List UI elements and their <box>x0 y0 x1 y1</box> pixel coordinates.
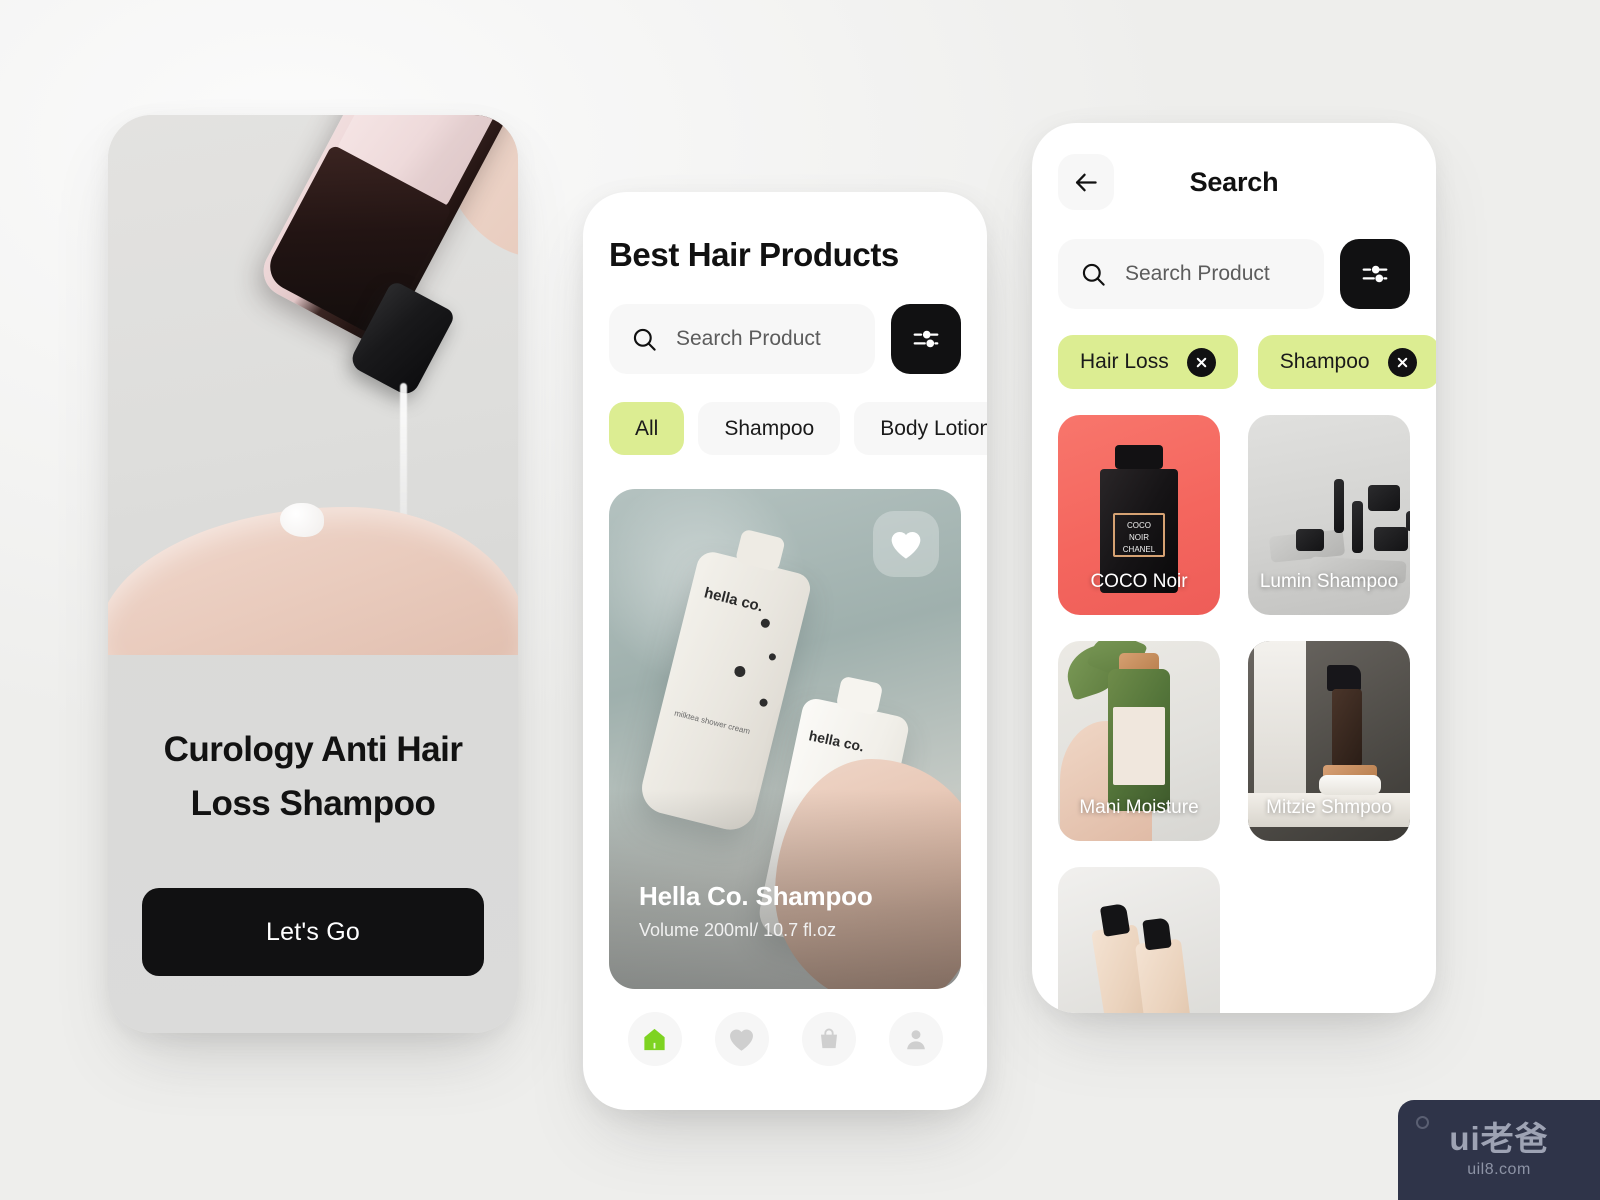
featured-product-volume: Volume 200ml/ 10.7 fl.oz <box>639 920 837 940</box>
pump-head <box>1142 917 1172 951</box>
heart-icon <box>891 531 921 559</box>
tab-favorites[interactable] <box>714 1012 769 1066</box>
result-card-lumin-shampoo[interactable]: Lumin Shampoo <box>1248 415 1410 615</box>
bottle-dot <box>733 664 747 679</box>
search-input[interactable]: Search Product <box>609 304 875 374</box>
bottle-brand-text: hella co. <box>702 584 765 616</box>
page-title: Curology Anti Hair Loss Shampoo <box>163 730 463 823</box>
bottle-label <box>1113 707 1165 785</box>
favorite-button[interactable] <box>873 511 939 577</box>
search-input[interactable]: Search Product <box>1058 239 1324 309</box>
tab-profile[interactable] <box>888 1012 943 1066</box>
hero-image <box>108 115 518 655</box>
results-column-right: Lumin Shampoo Mitzie Shmpoo <box>1248 415 1410 1013</box>
product-drip <box>400 383 407 533</box>
perfume-label: COCO NOIR CHANEL <box>1113 513 1165 557</box>
ring-icon <box>1416 1116 1429 1129</box>
bag-icon <box>820 1028 837 1049</box>
product-tube <box>1352 501 1363 553</box>
tab-cart[interactable] <box>801 1012 856 1066</box>
tab-shampoo[interactable]: Shampoo <box>698 402 841 455</box>
result-label: Mani Moisture <box>1079 797 1199 818</box>
close-icon <box>1397 357 1407 367</box>
tab-home[interactable] <box>627 1012 682 1066</box>
filter-token-label: Hair Loss <box>1080 350 1169 373</box>
featured-product-card[interactable]: hella co. milktea shower cream hella co.… <box>609 489 961 989</box>
search-page-title: Search <box>1189 166 1279 197</box>
remove-token-button[interactable] <box>1186 347 1216 377</box>
filter-token-shampoo[interactable]: Shampoo <box>1257 335 1436 389</box>
result-label: Lumin Shampoo <box>1259 571 1399 592</box>
person-icon <box>906 1030 925 1050</box>
product-jar <box>1296 529 1324 551</box>
search-row: Search Product <box>1058 239 1410 309</box>
watermark: ui老爸 uil8.com <box>1398 1100 1600 1200</box>
spray-bottle <box>1332 689 1363 767</box>
perfume-cap <box>1115 445 1163 469</box>
search-icon <box>1082 263 1105 286</box>
category-tabs: All Shampoo Body Lotion <box>609 402 987 455</box>
home-title: Best Hair Products <box>609 236 899 273</box>
bottle-brand-text: hella co. <box>807 727 866 755</box>
spray-trigger <box>1327 665 1362 691</box>
featured-caption: Hella Co. Shampoo Volume 200ml/ 10.7 fl.… <box>639 881 873 941</box>
watermark-url: uil8.com <box>1467 1160 1531 1178</box>
product-tube <box>1334 479 1344 533</box>
remove-token-button[interactable] <box>1387 347 1417 377</box>
featured-product-name: Hella Co. Shampoo <box>639 881 873 911</box>
pump-bottle <box>1135 938 1196 1013</box>
product-jar <box>1406 511 1410 531</box>
result-card-mani-moisture[interactable]: Mani Moisture <box>1058 641 1220 841</box>
result-label: COCO Noir <box>1090 571 1188 592</box>
search-placeholder: Search Product <box>676 327 821 350</box>
bottom-tab-bar <box>583 1012 987 1066</box>
perfume-brand-line-3: CHANEL <box>1122 545 1156 554</box>
home-content: Best Hair Products Search Product All Sh… <box>583 192 987 989</box>
perfume-brand-line-2: NOIR <box>1129 533 1149 542</box>
filter-token-hair-loss[interactable]: Hair Loss <box>1058 335 1238 389</box>
filter-button[interactable] <box>1340 239 1410 309</box>
product-jar <box>1374 527 1408 551</box>
lets-go-button[interactable]: Let's Go <box>142 888 484 977</box>
result-card-mitzie-shampoo[interactable]: Mitzie Shmpoo <box>1248 641 1410 841</box>
result-label: Mitzie Shmpoo <box>1266 797 1392 818</box>
result-card-coco-noir[interactable]: COCO NOIR CHANEL COCO Noir <box>1058 415 1220 615</box>
onboarding-body: Curology Anti Hair Loss Shampoo Let's Go <box>108 655 518 977</box>
sliders-icon <box>913 330 939 348</box>
search-header: Search <box>1058 153 1410 211</box>
perfume-brand-line-1: COCO <box>1127 521 1151 530</box>
search-content: Search Search Product Hair Loss Shampoo … <box>1032 123 1436 1013</box>
bottle-dot <box>759 617 771 629</box>
pump-head <box>1099 903 1130 937</box>
home-icon <box>644 1028 665 1050</box>
home-screen: Best Hair Products Search Product All Sh… <box>583 192 987 1110</box>
active-filter-tokens: Hair Loss Shampoo <box>1058 335 1436 389</box>
bottle-dot <box>758 697 769 708</box>
search-results-grid: COCO NOIR CHANEL COCO Noir Mani Moisture… <box>1058 415 1410 1013</box>
onboarding-screen: Curology Anti Hair Loss Shampoo Let's Go <box>108 115 518 1033</box>
bottle-dot <box>768 652 777 662</box>
heart-icon <box>730 1028 753 1051</box>
sliders-icon <box>1362 265 1388 283</box>
search-icon <box>633 328 656 351</box>
bottle-sub-text: milktea shower cream <box>673 708 752 737</box>
watermark-logo: ui老爸 <box>1449 1119 1549 1157</box>
window-light <box>1254 641 1306 795</box>
product-blob <box>280 503 324 537</box>
screens-stage: Curology Anti Hair Loss Shampoo Let's Go… <box>0 0 1600 1200</box>
search-placeholder: Search Product <box>1125 262 1270 285</box>
result-card-partial[interactable] <box>1058 867 1220 1013</box>
tab-all[interactable]: All <box>609 402 685 455</box>
search-screen: Search Search Product Hair Loss Shampoo … <box>1032 123 1436 1013</box>
close-icon <box>1196 357 1206 367</box>
filter-token-label: Shampoo <box>1279 350 1370 373</box>
bottle-coaster <box>1319 775 1382 795</box>
results-column-left: COCO NOIR CHANEL COCO Noir Mani Moisture <box>1058 415 1220 1013</box>
tab-body-lotion[interactable]: Body Lotion <box>854 402 987 455</box>
home-search-row: Search Product <box>609 304 961 374</box>
product-jar <box>1368 485 1400 511</box>
filter-button[interactable] <box>891 304 961 374</box>
